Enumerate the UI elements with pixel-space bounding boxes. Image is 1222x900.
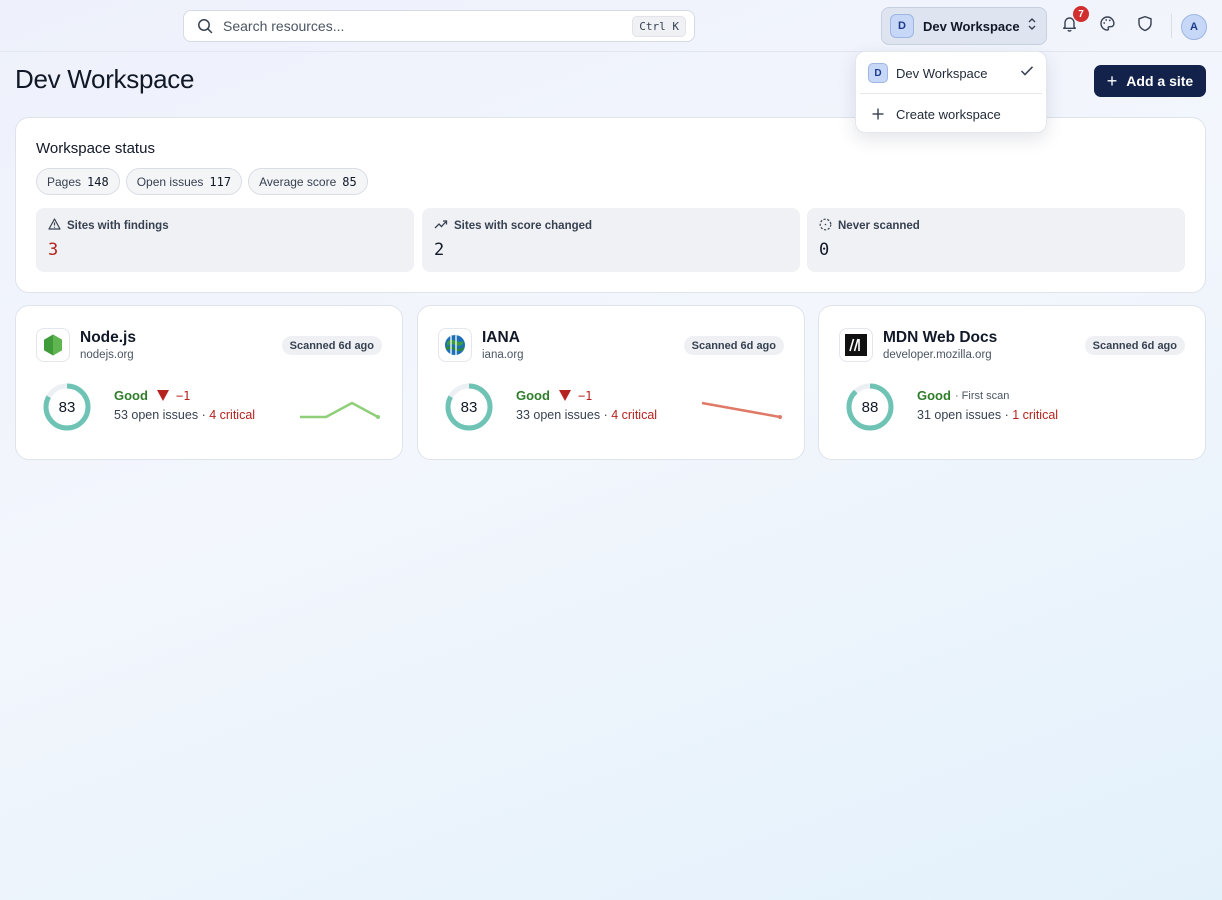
down-triangle-icon [558, 390, 571, 401]
plus-icon [868, 108, 888, 120]
palette-icon [1099, 15, 1116, 37]
check-icon [1020, 64, 1034, 82]
first-scan-note: · First scan [954, 389, 1010, 402]
workspace-avatar: D [868, 63, 888, 83]
workspace-dropdown: D Dev Workspace Create workspace [855, 51, 1047, 133]
open-issues-pill: Open issues 117 [125, 168, 243, 195]
workspace-switcher[interactable]: D Dev Workspace [881, 7, 1047, 45]
dropdown-divider [860, 93, 1042, 94]
site-card-iana[interactable]: IANA iana.org Scanned 6d ago 83 Good −1 … [417, 305, 805, 460]
pill-label: Average score [259, 174, 337, 189]
pill-label: Pages [47, 174, 82, 189]
shield-icon [1137, 15, 1153, 37]
score-changed-stat[interactable]: Sites with score changed 2 [422, 208, 800, 272]
site-name: IANA [482, 329, 520, 346]
score-value: 88 [861, 398, 879, 416]
average-score-pill: Average score 85 [248, 168, 368, 195]
site-domain: nodejs.org [80, 349, 134, 361]
stat-label: Never scanned [838, 220, 920, 232]
separator: · [198, 408, 210, 422]
warning-icon [48, 218, 67, 233]
sparkline-path [300, 401, 379, 419]
critical-count: 4 critical [611, 408, 658, 422]
score-trend-sparkline [701, 401, 782, 419]
score-trend-sparkline [300, 401, 380, 419]
site-domain: iana.org [482, 349, 524, 361]
sites-with-findings-stat[interactable]: Sites with findings 3 [36, 208, 414, 272]
pill-value: 148 [87, 174, 109, 189]
open-issues-count: 53 open issues [114, 408, 199, 422]
mdn-logo-icon [839, 328, 873, 362]
dashed-circle-icon [819, 218, 838, 234]
add-site-label: Add a site [1126, 73, 1194, 89]
status-title: Workspace status [36, 140, 155, 157]
grade-label: Good [516, 388, 550, 403]
sparkline-end-point [376, 415, 380, 419]
stat-value: 3 [48, 240, 59, 260]
stat-value: 0 [819, 240, 830, 260]
stat-value: 2 [434, 240, 445, 260]
iana-logo-icon [438, 328, 472, 362]
open-issues-count: 33 open issues [516, 408, 601, 422]
site-domain: developer.mozilla.org [883, 349, 992, 361]
pages-pill: Pages 148 [36, 168, 120, 195]
scan-status-badge: Scanned 6d ago [683, 336, 784, 355]
sparkline-path [701, 401, 781, 419]
status-pills: Pages 148 Open issues 117 Average score … [36, 168, 368, 195]
search-shortcut: Ctrl K [632, 15, 686, 37]
trending-icon [434, 218, 454, 233]
site-card-mdn[interactable]: MDN Web Docs developer.mozilla.org Scann… [818, 305, 1206, 460]
score-value: 83 [58, 398, 76, 416]
top-bar: Ctrl K D Dev Workspace 7 A [0, 0, 1222, 52]
open-issues-count: 31 open issues [917, 408, 1002, 422]
search-icon [196, 17, 214, 35]
workspace-status-card: Workspace status Pages 148 Open issues 1… [15, 117, 1206, 293]
stat-label: Sites with findings [67, 219, 169, 232]
pill-label: Open issues [136, 174, 204, 189]
workspace-avatar: D [890, 14, 914, 38]
dropdown-item-label: Dev Workspace [896, 65, 988, 81]
separator: · [1001, 408, 1013, 422]
score-value: 83 [460, 398, 478, 416]
site-name: Node.js [80, 329, 136, 346]
dropdown-item-label: Create workspace [896, 106, 1001, 122]
critical-count: 4 critical [209, 408, 256, 422]
down-triangle-icon [156, 390, 169, 401]
separator: · [600, 408, 612, 422]
sparkline-end-point [778, 415, 782, 419]
theme-button[interactable] [1094, 13, 1120, 39]
site-card-nodejs[interactable]: Node.js nodejs.org Scanned 6d ago 83 Goo… [15, 305, 403, 460]
scan-status-badge: Scanned 6d ago [281, 336, 382, 355]
security-button[interactable] [1132, 13, 1158, 39]
site-name: MDN Web Docs [883, 329, 998, 346]
user-avatar[interactable]: A [1181, 14, 1207, 40]
search-box[interactable]: Ctrl K [183, 10, 695, 42]
toolbar-divider [1171, 14, 1172, 38]
dropdown-item-dev-workspace[interactable]: D Dev Workspace [856, 54, 1046, 92]
pill-value: 85 [342, 174, 357, 189]
stat-label: Sites with score changed [454, 219, 593, 232]
never-scanned-stat[interactable]: Never scanned 0 [807, 208, 1185, 272]
notification-count-badge: 7 [1073, 6, 1089, 22]
score-delta: −1 [175, 388, 191, 403]
nodejs-logo-icon [36, 328, 70, 362]
critical-count: 1 critical [1012, 408, 1059, 422]
workspace-name: Dev Workspace [923, 18, 1020, 34]
pill-value: 117 [209, 174, 232, 189]
page-title: Dev Workspace [15, 64, 195, 94]
grade-label: Good [114, 388, 148, 403]
scan-status-badge: Scanned 6d ago [1084, 336, 1185, 355]
add-site-button[interactable]: + Add a site [1094, 65, 1206, 97]
search-input[interactable] [223, 18, 633, 34]
score-delta: −1 [577, 388, 593, 403]
plus-icon: + [1106, 71, 1118, 91]
chevron-updown-icon [1026, 17, 1038, 36]
dropdown-item-create-workspace[interactable]: Create workspace [856, 95, 1046, 133]
grade-label: Good [917, 388, 951, 403]
